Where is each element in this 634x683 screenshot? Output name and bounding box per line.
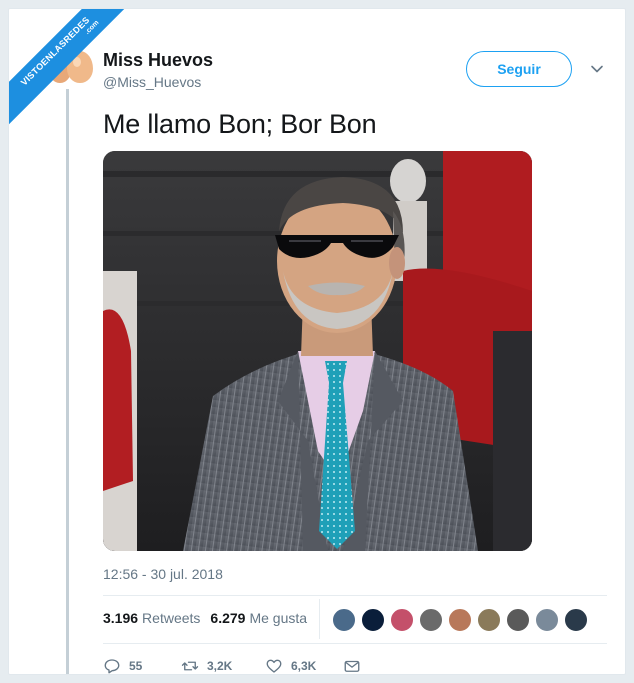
like-button[interactable]: 6,3K xyxy=(265,657,343,674)
liker-avatars xyxy=(332,608,588,632)
reply-icon xyxy=(104,659,120,674)
watermark-text: VISTOENLASREDES xyxy=(18,14,92,88)
divider xyxy=(103,595,607,596)
retweets-stat[interactable]: 3.196 Retweets xyxy=(103,610,200,626)
tweet-stats: 3.196 Retweets 6.279 Me gusta xyxy=(103,610,307,626)
tweet-actions: 55 3,2K 6,3K xyxy=(103,657,369,674)
heart-icon xyxy=(266,659,282,673)
divider xyxy=(103,643,607,644)
reply-count: 55 xyxy=(129,659,143,673)
liker-avatar[interactable] xyxy=(477,608,501,632)
watermark-ribbon: VISTOENLASREDES .com xyxy=(9,9,139,139)
stats-separator xyxy=(319,599,320,639)
tweet-timestamp[interactable]: 12:56 - 30 jul. 2018 xyxy=(103,566,223,582)
envelope-icon xyxy=(344,660,360,672)
tweet-text: Me llamo Bon; Bor Bon xyxy=(103,109,377,139)
chevron-down-icon[interactable] xyxy=(590,62,604,76)
liker-avatar[interactable] xyxy=(448,608,472,632)
liker-avatar[interactable] xyxy=(564,608,588,632)
liker-avatar[interactable] xyxy=(419,608,443,632)
like-count: 6,3K xyxy=(291,659,317,673)
thread-line xyxy=(66,89,69,674)
liker-avatar[interactable] xyxy=(361,608,385,632)
liker-avatar[interactable] xyxy=(332,608,356,632)
reply-button[interactable]: 55 xyxy=(103,657,181,674)
tweet-card: VISTOENLASREDES .com Miss Huevos @Miss_H… xyxy=(8,8,626,675)
tweet-photo[interactable] xyxy=(103,151,532,551)
liker-avatar[interactable] xyxy=(506,608,530,632)
likes-label: Me gusta xyxy=(249,610,308,626)
likes-count: 6.279 xyxy=(210,610,246,626)
retweet-button[interactable]: 3,2K xyxy=(181,657,265,674)
liker-avatar[interactable] xyxy=(390,608,414,632)
follow-button[interactable]: Seguir xyxy=(466,51,572,87)
message-button[interactable] xyxy=(343,657,369,674)
likes-stat[interactable]: 6.279 Me gusta xyxy=(210,610,307,626)
retweet-count: 3,2K xyxy=(207,659,233,673)
retweet-icon xyxy=(181,661,199,671)
photo-man-sunglasses-suit-icon xyxy=(103,151,532,551)
liker-avatar[interactable] xyxy=(535,608,559,632)
retweets-count: 3.196 xyxy=(103,610,139,626)
retweets-label: Retweets xyxy=(142,610,201,626)
